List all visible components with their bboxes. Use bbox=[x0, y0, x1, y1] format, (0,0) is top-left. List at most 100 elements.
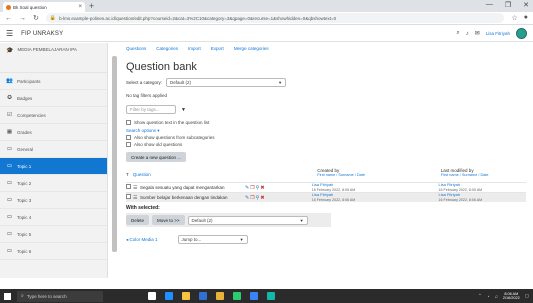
previous-activity-link[interactable]: ◂ Color Media 1 bbox=[126, 237, 158, 243]
type-sort-header[interactable]: T bbox=[126, 172, 129, 177]
main-content: Questions Categories Import Export Merge… bbox=[126, 43, 526, 278]
sidebar-item-topic-3[interactable]: ▭ Topic 3 bbox=[0, 192, 107, 209]
old-questions-checkbox[interactable] bbox=[126, 142, 131, 147]
edge-icon[interactable] bbox=[165, 292, 173, 300]
category-select[interactable]: Default (2) ▼ bbox=[166, 78, 287, 87]
sidebar-item-topic-5[interactable]: ▭ Topic 5 bbox=[0, 226, 107, 243]
delete-icon[interactable]: ✖ bbox=[260, 195, 264, 201]
create-question-button[interactable]: Create a new question ... bbox=[126, 152, 187, 162]
taskbar-search-placeholder: Type here to search bbox=[26, 293, 67, 299]
minimize-icon[interactable]: — bbox=[486, 1, 493, 9]
sidebar-item-label: Badges bbox=[17, 95, 33, 101]
graduation-cap-icon: 🎓 bbox=[6, 48, 14, 54]
back-icon[interactable]: ← bbox=[5, 15, 12, 22]
sidebar-item-participants[interactable]: 👥 Participants bbox=[0, 73, 107, 90]
taskbar-clock[interactable]: 8:06 AM 2/16/2022 bbox=[503, 292, 520, 301]
user-name[interactable]: Lisa Fitriyah bbox=[486, 31, 510, 36]
favicon-icon bbox=[6, 4, 11, 10]
show-text-checkbox[interactable] bbox=[126, 120, 131, 125]
preview-icon[interactable]: ⚲ bbox=[256, 195, 260, 201]
modified-by-cell: Lisa Fitriyah 16 February 2022, 8:05 AM bbox=[439, 182, 526, 192]
page-title: Question bank bbox=[126, 61, 197, 73]
sidebar-item-label: Grades bbox=[17, 129, 32, 135]
app-green-icon[interactable] bbox=[233, 292, 241, 300]
new-tab-icon[interactable]: + bbox=[89, 1, 94, 11]
chevron-up-icon[interactable]: ⌃ bbox=[478, 293, 482, 299]
explorer-icon[interactable] bbox=[182, 292, 190, 300]
question-bank-tabs: Questions Categories Import Export Merge… bbox=[126, 43, 526, 55]
created-by-cell: Lisa Fitriyah 16 February 2022, 8:06 AM bbox=[312, 192, 439, 202]
jump-to-select[interactable]: Jump to... ▼ bbox=[177, 235, 248, 244]
sidebar-item-topic-4[interactable]: ▭ Topic 4 bbox=[0, 209, 107, 226]
url-field[interactable]: 🔒 b-lms.example-polines.ac.id/question/e… bbox=[45, 13, 505, 23]
folder-icon: ▭ bbox=[6, 231, 13, 237]
sidebar-item-topic-1[interactable]: ▭ Topic 1 bbox=[0, 158, 107, 175]
delete-button[interactable]: Delete bbox=[126, 215, 150, 225]
reload-icon[interactable]: ↻ bbox=[33, 14, 39, 22]
tab-questions[interactable]: Questions bbox=[126, 46, 146, 55]
tag-filter-dropdown-icon[interactable]: ▼ bbox=[181, 107, 186, 113]
network-icon[interactable]: ◔ bbox=[487, 294, 490, 299]
modified-by-sort-links[interactable]: First name / Surname / Date bbox=[441, 173, 526, 177]
subcategories-label: Also show questions from subcategories bbox=[134, 135, 215, 140]
duplicate-icon[interactable]: ❐ bbox=[250, 195, 254, 201]
subcategories-checkbox[interactable] bbox=[126, 135, 131, 140]
row-checkbox[interactable] bbox=[126, 184, 131, 189]
maximize-icon[interactable]: ❐ bbox=[505, 1, 511, 9]
store-icon[interactable] bbox=[199, 292, 207, 300]
app-blue-icon[interactable] bbox=[250, 292, 258, 300]
task-view-icon[interactable] bbox=[148, 292, 156, 300]
sidebar-item-badges[interactable]: ✪ Badges bbox=[0, 90, 107, 107]
sidebar-item-grades[interactable]: ▦ Grades bbox=[0, 124, 107, 141]
tab-categories[interactable]: Categories bbox=[156, 46, 178, 55]
sidebar-item-competencies[interactable]: ☑ Competencies bbox=[0, 107, 107, 124]
created-by-sort-links[interactable]: First name / Surname / Date bbox=[317, 173, 441, 177]
sidebar-item-label: Competencies bbox=[17, 112, 46, 118]
sidebar-scrollbar[interactable] bbox=[112, 56, 117, 252]
sidebar-item-topic-2[interactable]: ▭ Topic 2 bbox=[0, 175, 107, 192]
edit-icon[interactable]: ✎ bbox=[245, 185, 249, 191]
move-button[interactable]: Move to >> bbox=[152, 215, 185, 225]
preview-icon[interactable]: ⚲ bbox=[256, 185, 260, 191]
jump-to-value: Jump to... bbox=[181, 237, 202, 242]
notifications-icon[interactable]: ▢ bbox=[525, 293, 529, 299]
sidebar-item-course[interactable]: 🎓 MEDIA PEMBELAJARAN IPA bbox=[0, 43, 107, 73]
edit-icon[interactable]: ✎ bbox=[245, 195, 249, 201]
close-window-icon[interactable]: ✕ bbox=[523, 1, 529, 9]
tab-import[interactable]: Import bbox=[188, 46, 201, 55]
sidebar-item-general[interactable]: ▭ General bbox=[0, 141, 107, 158]
sidebar-item-label: Topic 4 bbox=[17, 214, 32, 220]
tag-filter-input[interactable]: Filter by tags... bbox=[126, 105, 176, 114]
duplicate-icon[interactable]: ❐ bbox=[250, 185, 254, 191]
profile-icon[interactable]: ● bbox=[524, 14, 528, 22]
chrome-icon[interactable] bbox=[216, 292, 224, 300]
messages-icon[interactable]: ✉ bbox=[475, 30, 480, 37]
sidebar-item-topic-6[interactable]: ▭ Topic 6 bbox=[0, 243, 107, 260]
folder-icon: ▭ bbox=[6, 163, 13, 169]
site-name[interactable]: FIP UNRAKSY bbox=[21, 31, 63, 37]
close-tab-icon[interactable]: × bbox=[78, 4, 82, 10]
taskbar-search[interactable]: ⌕ Type here to search bbox=[17, 290, 103, 302]
volume-icon[interactable]: ♫ bbox=[494, 294, 497, 299]
notification-bell-icon[interactable]: ♪ bbox=[466, 31, 469, 37]
star-icon[interactable]: ☆ bbox=[511, 14, 517, 22]
tab-export[interactable]: Export bbox=[211, 46, 224, 55]
select-category-label: Select a category: bbox=[126, 80, 163, 85]
windows-start-icon[interactable] bbox=[4, 292, 11, 300]
delete-icon[interactable]: ✖ bbox=[260, 185, 264, 191]
modified-by-cell: Lisa Fitriyah 16 February 2022, 8:06 AM bbox=[439, 192, 526, 202]
tab-merge-categories[interactable]: Merge categories bbox=[234, 46, 269, 55]
browser-tab[interactable]: Bk Soal question × bbox=[3, 2, 85, 12]
menu-toggle-icon[interactable]: ☰ bbox=[6, 29, 13, 38]
subcategories-row: Also show questions from subcategories bbox=[126, 135, 526, 140]
course-navigation: ◂ Color Media 1 Jump to... ▼ bbox=[126, 235, 526, 244]
move-target-select[interactable]: Default (2) ▼ bbox=[187, 215, 308, 225]
question-header[interactable]: Question bbox=[133, 172, 151, 177]
search-icon[interactable]: ⌕ bbox=[456, 30, 459, 37]
avatar[interactable] bbox=[516, 28, 527, 39]
app-teal-icon[interactable] bbox=[267, 292, 275, 300]
row-checkbox[interactable] bbox=[126, 194, 131, 199]
users-icon: 👥 bbox=[6, 78, 13, 84]
forward-icon[interactable]: → bbox=[19, 15, 26, 22]
search-options-link[interactable]: Search options ▾ bbox=[126, 128, 526, 134]
